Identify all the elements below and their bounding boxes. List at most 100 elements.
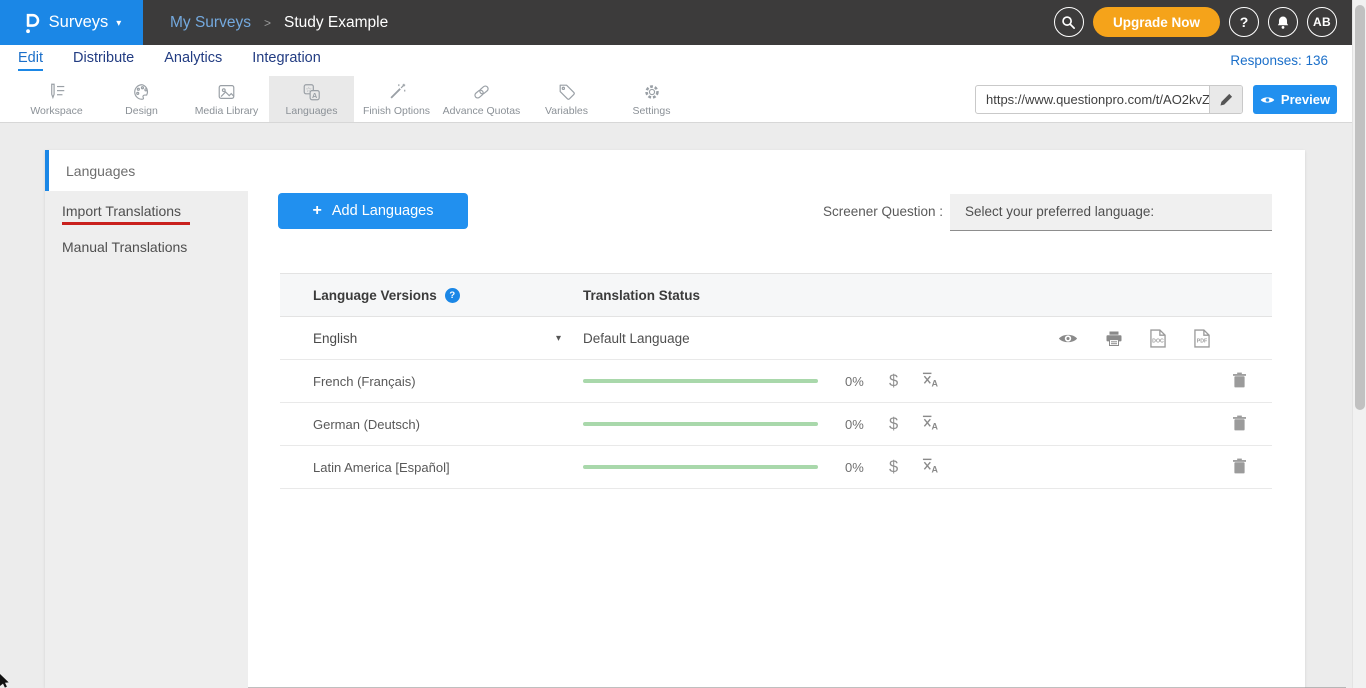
toolbar-item-finish-options[interactable]: Finish Options: [354, 76, 439, 122]
toolbar-label: Media Library: [195, 105, 259, 117]
breadcrumb: My Surveys > Study Example: [170, 14, 388, 32]
toolbar-label: Design: [125, 105, 158, 117]
image-icon: [216, 81, 237, 102]
auto-translate-icon[interactable]: A: [922, 371, 939, 391]
trash-icon: [1233, 372, 1246, 388]
palette-icon: [132, 81, 152, 102]
survey-url-field: https://www.questionpro.com/t/AO2kvZ: [975, 85, 1243, 114]
sidebar-items: Import Translations Manual Translations: [45, 191, 248, 688]
export-pdf-button[interactable]: PDF: [1194, 329, 1210, 348]
delete-language-button[interactable]: [1233, 372, 1246, 391]
search-icon: [1061, 15, 1076, 30]
gear-icon: [642, 81, 662, 102]
topbar-actions: Upgrade Now ? AB: [1054, 7, 1337, 37]
avatar[interactable]: AB: [1307, 7, 1337, 37]
pencil-icon: [1220, 93, 1233, 106]
help-badge-icon[interactable]: ?: [445, 288, 460, 303]
sidebar-item-manual-translations[interactable]: Manual Translations: [45, 239, 248, 255]
toolbar-item-variables[interactable]: Variables: [524, 76, 609, 122]
language-name: English: [313, 331, 357, 346]
sidebar-item-languages[interactable]: Languages: [45, 150, 248, 191]
tab-distribute[interactable]: Distribute: [73, 50, 134, 71]
screener-question-select[interactable]: Select your preferred language:: [950, 194, 1272, 231]
add-languages-button[interactable]: + Add Languages: [278, 193, 468, 229]
auto-translate-icon[interactable]: A: [922, 457, 939, 477]
search-button[interactable]: [1054, 7, 1084, 37]
status-cell: 0% $ A: [583, 457, 1272, 477]
languages-sidebar: Languages Import Translations Manual Tra…: [45, 150, 248, 688]
toolbar-item-workspace[interactable]: Workspace: [14, 76, 99, 122]
toolbar-item-languages[interactable]: ☆A Languages: [269, 76, 354, 122]
questionpro-logo-icon: [22, 10, 41, 36]
chevron-down-icon: ▾: [116, 18, 121, 29]
table-row-french: French (Français) 0% $ A: [280, 360, 1272, 403]
trash-icon: [1233, 415, 1246, 431]
toolbar-item-advance-quotas[interactable]: Advance Quotas: [439, 76, 524, 122]
toolbar-item-design[interactable]: Design: [99, 76, 184, 122]
bell-icon: [1276, 15, 1290, 30]
top-header-bar: Surveys ▾ My Surveys > Study Example Upg…: [0, 0, 1366, 45]
toolbar-item-media-library[interactable]: Media Library: [184, 76, 269, 122]
table-row-german: German (Deutsch) 0% $ A: [280, 403, 1272, 446]
view-button[interactable]: [1058, 332, 1078, 345]
mouse-cursor: [0, 674, 11, 688]
svg-text:DOC: DOC: [1152, 338, 1164, 344]
column-translation-status: Translation Status: [583, 288, 700, 303]
printer-icon: [1106, 331, 1122, 346]
translation-progress-bar: [583, 465, 818, 469]
export-doc-button[interactable]: DOC: [1150, 329, 1166, 348]
svg-text:PDF: PDF: [1197, 338, 1208, 344]
translate-icon: ☆A: [301, 81, 322, 102]
preview-button[interactable]: Preview: [1253, 85, 1337, 114]
languages-panel: Languages Import Translations Manual Tra…: [45, 150, 1305, 688]
quote-dollar-icon[interactable]: $: [889, 372, 898, 391]
tab-integration[interactable]: Integration: [252, 50, 321, 71]
toolbar-item-settings[interactable]: Settings: [609, 76, 694, 122]
page-scrollbar[interactable]: [1352, 0, 1366, 688]
page-content: Languages Import Translations Manual Tra…: [0, 123, 1366, 688]
quote-dollar-icon[interactable]: $: [889, 458, 898, 477]
language-name-cell: Latin America [Español]: [280, 460, 583, 475]
plus-icon: +: [313, 202, 322, 220]
status-cell: Default Language DOC: [583, 329, 1272, 348]
quote-dollar-icon[interactable]: $: [889, 415, 898, 434]
doc-file-icon: DOC: [1150, 329, 1166, 348]
toolbar-label: Variables: [545, 105, 588, 117]
column-label: Language Versions: [313, 288, 437, 303]
delete-language-button[interactable]: [1233, 415, 1246, 434]
responses-count-link[interactable]: Responses: 136: [1230, 53, 1328, 68]
default-language-status: Default Language: [583, 331, 690, 346]
product-switcher[interactable]: Surveys ▾: [0, 0, 143, 45]
translation-progress-bar: [583, 422, 818, 426]
tab-edit[interactable]: Edit: [18, 50, 43, 71]
progress-percent: 0%: [845, 417, 871, 432]
scrollbar-thumb[interactable]: [1355, 5, 1365, 410]
breadcrumb-my-surveys[interactable]: My Surveys: [170, 14, 251, 32]
language-name-cell: French (Français): [280, 374, 583, 389]
column-language-versions: Language Versions ?: [280, 288, 583, 303]
default-row-actions: DOC PDF: [1058, 329, 1210, 348]
language-name-cell: English ▾: [280, 331, 583, 346]
delete-language-button[interactable]: [1233, 458, 1246, 477]
svg-text:A: A: [932, 379, 939, 388]
sidebar-item-label: Import Translations: [62, 203, 181, 219]
survey-url-input[interactable]: https://www.questionpro.com/t/AO2kvZ: [976, 86, 1209, 113]
question-mark-icon: ?: [1240, 14, 1249, 30]
print-button[interactable]: [1106, 331, 1122, 346]
tag-icon: [557, 81, 577, 102]
breadcrumb-current-survey: Study Example: [284, 14, 388, 32]
red-annotation-underline: [62, 222, 190, 225]
tab-analytics[interactable]: Analytics: [164, 50, 222, 71]
trash-icon: [1233, 458, 1246, 474]
notifications-button[interactable]: [1268, 7, 1298, 37]
sidebar-item-import-translations[interactable]: Import Translations: [45, 203, 248, 225]
auto-translate-icon[interactable]: A: [922, 414, 939, 434]
progress-percent: 0%: [845, 374, 871, 389]
languages-main: + Add Languages Screener Question : Sele…: [248, 150, 1305, 688]
chevron-down-icon[interactable]: ▾: [556, 333, 561, 344]
language-versions-table: Language Versions ? Translation Status E…: [280, 273, 1272, 489]
upgrade-now-button[interactable]: Upgrade Now: [1093, 7, 1220, 37]
sidebar-item-label: Manual Translations: [62, 239, 187, 255]
help-button[interactable]: ?: [1229, 7, 1259, 37]
edit-url-button[interactable]: [1209, 86, 1242, 113]
